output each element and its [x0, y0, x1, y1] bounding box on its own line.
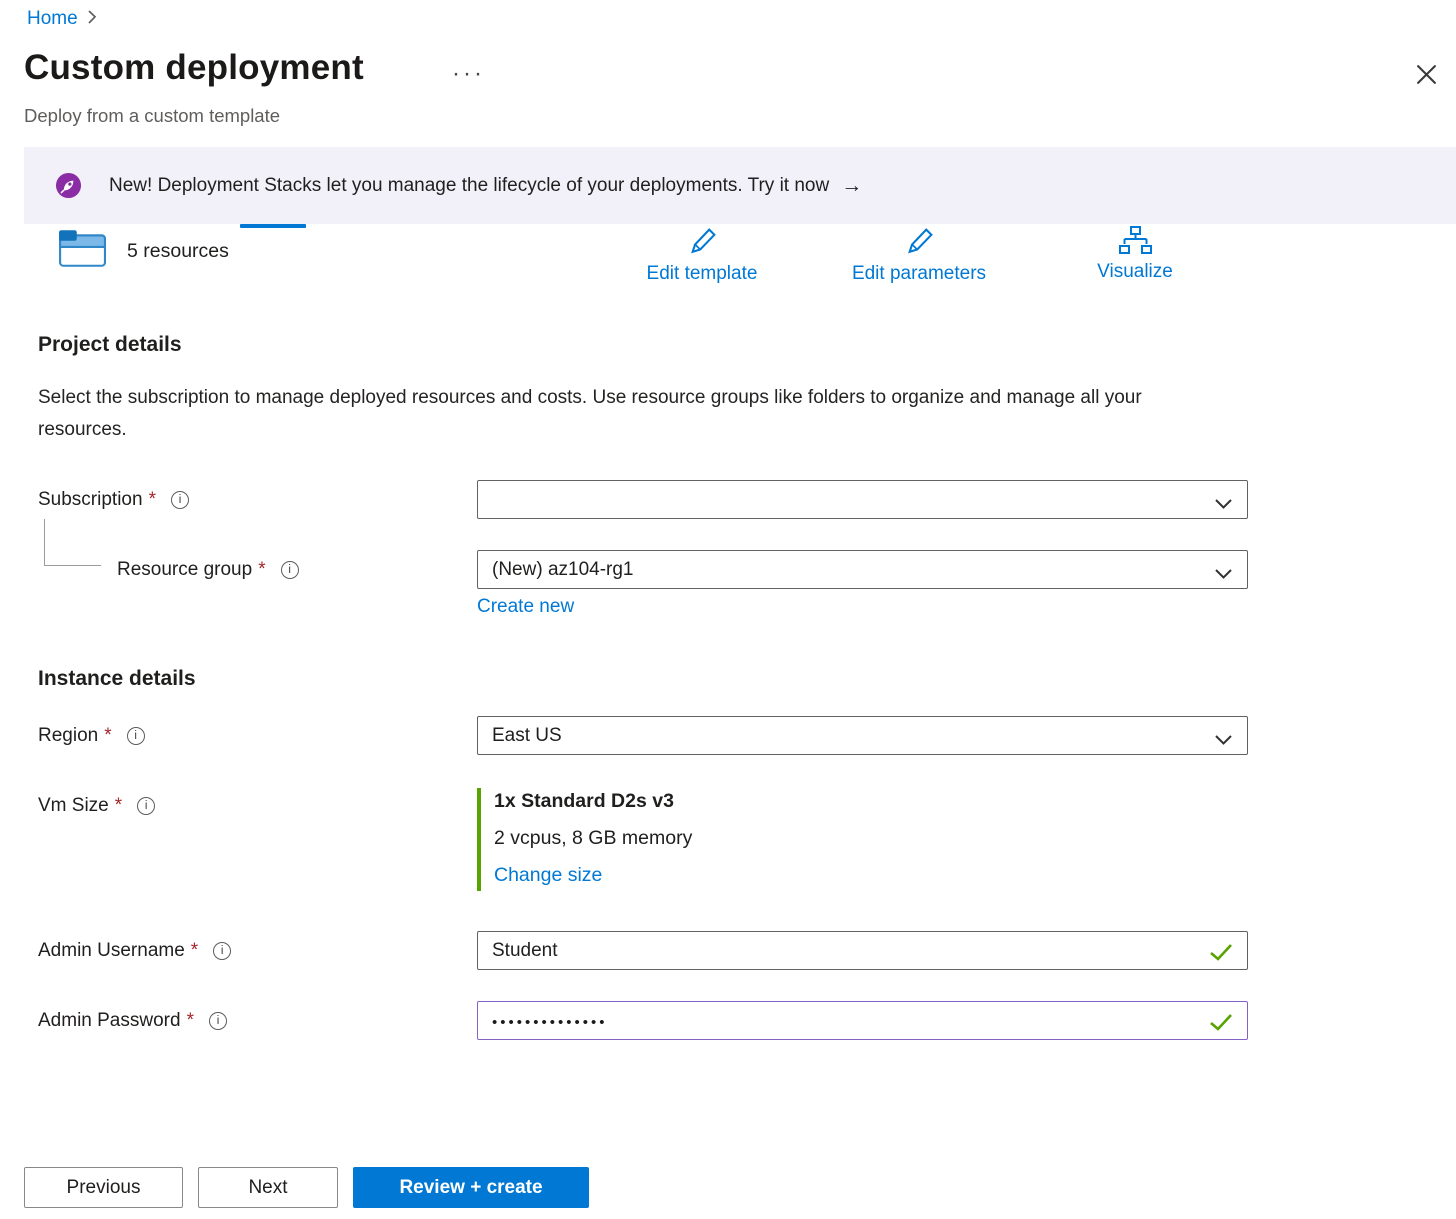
- instance-details-heading: Instance details: [38, 667, 196, 691]
- visualize-button[interactable]: Visualize: [1060, 226, 1210, 283]
- resource-group-label: Resource group * i: [117, 559, 299, 581]
- chevron-down-icon: [1215, 564, 1232, 586]
- admin-password-masked-value: ••••••••••••••: [492, 1011, 608, 1031]
- resource-group-dropdown[interactable]: (New) az104-rg1: [477, 550, 1248, 589]
- field-tree-connector: [44, 519, 101, 566]
- project-details-heading: Project details: [38, 333, 182, 357]
- valid-check-icon: [1209, 943, 1233, 967]
- admin-password-label: Admin Password * i: [38, 1010, 227, 1032]
- admin-username-value: Student: [492, 940, 558, 962]
- visualize-icon: [1119, 242, 1152, 259]
- info-icon[interactable]: i: [127, 727, 145, 745]
- subscription-label: Subscription * i: [38, 489, 189, 511]
- chevron-right-icon: [88, 8, 97, 30]
- chevron-down-icon: [1215, 730, 1232, 752]
- region-label: Region * i: [38, 725, 145, 747]
- info-icon[interactable]: i: [213, 942, 231, 960]
- review-create-button[interactable]: Review + create: [353, 1167, 589, 1208]
- subscription-dropdown[interactable]: [477, 480, 1248, 519]
- close-icon: [1416, 64, 1437, 90]
- rocket-icon: [55, 172, 82, 199]
- required-asterisk: *: [104, 725, 111, 747]
- info-icon[interactable]: i: [209, 1012, 227, 1030]
- next-button[interactable]: Next: [198, 1167, 338, 1208]
- previous-button[interactable]: Previous: [24, 1167, 183, 1208]
- change-size-link[interactable]: Change size: [494, 864, 692, 887]
- more-menu-button[interactable]: ···: [452, 60, 485, 88]
- project-details-description: Select the subscription to manage deploy…: [38, 382, 1188, 445]
- create-new-link[interactable]: Create new: [477, 596, 574, 618]
- banner-message: New! Deployment Stacks let you manage th…: [109, 175, 829, 197]
- page-subtitle: Deploy from a custom template: [24, 105, 280, 127]
- vm-size-specs: 2 vcpus, 8 GB memory: [494, 827, 692, 850]
- vm-size-selection: 1x Standard D2s v3 2 vcpus, 8 GB memory …: [477, 788, 692, 891]
- edit-parameters-label: Edit parameters: [834, 263, 1004, 285]
- template-resources-icon: [58, 229, 106, 272]
- cropped-link-fragment: [240, 224, 306, 228]
- edit-parameters-button[interactable]: Edit parameters: [834, 226, 1004, 285]
- admin-password-input[interactable]: ••••••••••••••: [477, 1001, 1248, 1040]
- chevron-down-icon: [1215, 494, 1232, 516]
- breadcrumb-home-link[interactable]: Home: [27, 8, 78, 30]
- region-value: East US: [492, 725, 562, 747]
- info-icon[interactable]: i: [281, 561, 299, 579]
- resource-group-value: (New) az104-rg1: [492, 559, 634, 581]
- region-dropdown[interactable]: East US: [477, 716, 1248, 755]
- close-button[interactable]: [1411, 62, 1441, 92]
- required-asterisk: *: [149, 489, 156, 511]
- required-asterisk: *: [115, 795, 122, 817]
- info-icon[interactable]: i: [137, 797, 155, 815]
- edit-template-button[interactable]: Edit template: [627, 226, 777, 285]
- pencil-icon: [904, 244, 935, 261]
- vm-size-value: 1x Standard D2s v3: [494, 790, 692, 813]
- vm-size-label: Vm Size * i: [38, 795, 155, 817]
- info-icon[interactable]: i: [171, 491, 189, 509]
- required-asterisk: *: [258, 559, 265, 581]
- required-asterisk: *: [187, 1010, 194, 1032]
- page-title: Custom deployment: [24, 48, 364, 88]
- arrow-right-icon: →: [841, 174, 862, 198]
- breadcrumb: Home: [27, 8, 97, 30]
- required-asterisk: *: [191, 940, 198, 962]
- admin-username-input[interactable]: Student: [477, 931, 1248, 970]
- deployment-stacks-banner[interactable]: New! Deployment Stacks let you manage th…: [24, 147, 1456, 224]
- pencil-icon: [687, 244, 718, 261]
- edit-template-label: Edit template: [627, 263, 777, 285]
- admin-username-label: Admin Username * i: [38, 940, 231, 962]
- visualize-label: Visualize: [1060, 261, 1210, 283]
- valid-check-icon: [1209, 1013, 1233, 1037]
- resource-count-label: 5 resources: [127, 240, 229, 263]
